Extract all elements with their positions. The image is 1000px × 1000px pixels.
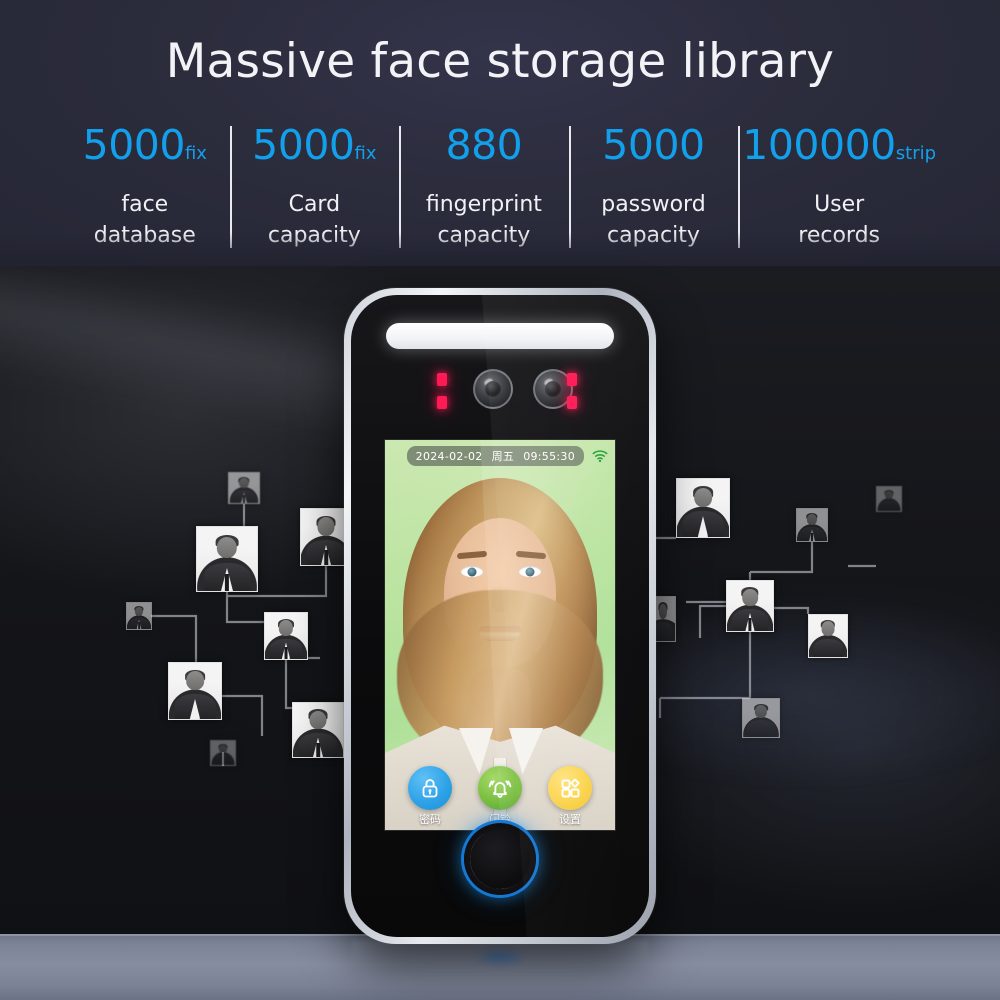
promo-stage: Massive face storage library 5000fix fac…	[0, 0, 1000, 1000]
stat-value: 5000fix	[252, 121, 377, 169]
list-item	[292, 702, 344, 758]
stat-password-capacity: 5000 password capacity	[568, 121, 739, 251]
stat-value: 100000strip	[742, 121, 937, 169]
ir-led	[567, 373, 577, 386]
stat-label: password capacity	[601, 192, 706, 248]
stat-unit: fix	[354, 143, 377, 164]
list-item	[196, 526, 258, 592]
bell-icon	[478, 766, 522, 810]
datetime-pill: 2024-02-02 周五 09:55:30	[406, 446, 584, 466]
list-item	[876, 486, 902, 512]
stat-label: face database	[93, 192, 196, 248]
action-label: 密码	[419, 813, 441, 826]
ir-led	[437, 373, 447, 386]
list-item	[228, 472, 260, 504]
settings-button[interactable]: 设置	[539, 766, 601, 826]
stats-row: 5000fix face database 5000fix Card capac…	[60, 122, 940, 254]
list-item	[676, 478, 730, 538]
fingerprint-reflection	[472, 946, 528, 968]
ir-led-pair-left	[437, 373, 449, 411]
list-item	[168, 662, 222, 720]
fingerprint-sensor[interactable]	[464, 823, 536, 895]
ir-led	[567, 396, 577, 409]
wifi-icon	[592, 449, 608, 463]
subject-eye	[519, 566, 541, 577]
camera-lens-left	[473, 369, 513, 409]
screen-action-bar: 密码 门铃 设置	[385, 766, 615, 826]
stat-label: Card capacity	[267, 192, 361, 248]
header-band: Massive face storage library 5000fix fac…	[0, 0, 1000, 272]
list-item	[126, 602, 152, 630]
status-date: 2024-02-02	[415, 449, 483, 463]
status-time: 09:55:30	[523, 449, 575, 463]
stat-label: User records	[798, 192, 881, 248]
list-item	[796, 508, 828, 542]
ir-led	[437, 396, 447, 409]
ir-led-pair-right	[567, 373, 579, 411]
device-reflection	[352, 940, 648, 998]
page-title: Massive face storage library	[165, 34, 835, 89]
action-label: 设置	[559, 813, 581, 826]
stat-value: 880	[445, 121, 523, 169]
list-item	[264, 612, 308, 660]
settings-grid-icon	[548, 766, 592, 810]
lock-icon	[408, 766, 452, 810]
doorbell-button[interactable]: 门铃	[469, 766, 531, 826]
password-button[interactable]: 密码	[399, 766, 461, 826]
list-item	[808, 614, 848, 658]
status-weekday: 周五	[491, 450, 515, 463]
status-bar: 2024-02-02 周五 09:55:30	[385, 446, 615, 466]
stat-face-database: 5000fix face database	[60, 122, 230, 251]
camera-row	[351, 369, 649, 413]
list-item	[210, 740, 236, 766]
face-recognition-terminal: 2024-02-02 周五 09:55:30 密码 门铃 设置	[344, 288, 656, 944]
stat-value: 5000	[602, 121, 705, 169]
lens-glint	[483, 377, 494, 387]
stat-unit: fix	[184, 143, 207, 164]
lens-glint	[543, 377, 554, 387]
stat-fingerprint-capacity: 880 fingerprint capacity	[399, 122, 569, 251]
list-item	[742, 698, 780, 738]
stat-card-capacity: 5000fix Card capacity	[229, 121, 400, 251]
device-body: 2024-02-02 周五 09:55:30 密码 门铃 设置	[351, 295, 649, 937]
stat-unit: strip	[895, 143, 937, 164]
white-led-strip	[386, 323, 614, 349]
subject-eye	[461, 566, 483, 577]
stat-label: fingerprint capacity	[425, 192, 542, 248]
stat-user-records: 100000strip User records	[738, 122, 940, 251]
list-item	[726, 580, 774, 632]
device-screen[interactable]: 2024-02-02 周五 09:55:30 密码 门铃 设置	[384, 439, 616, 831]
stat-value: 5000fix	[82, 121, 207, 169]
